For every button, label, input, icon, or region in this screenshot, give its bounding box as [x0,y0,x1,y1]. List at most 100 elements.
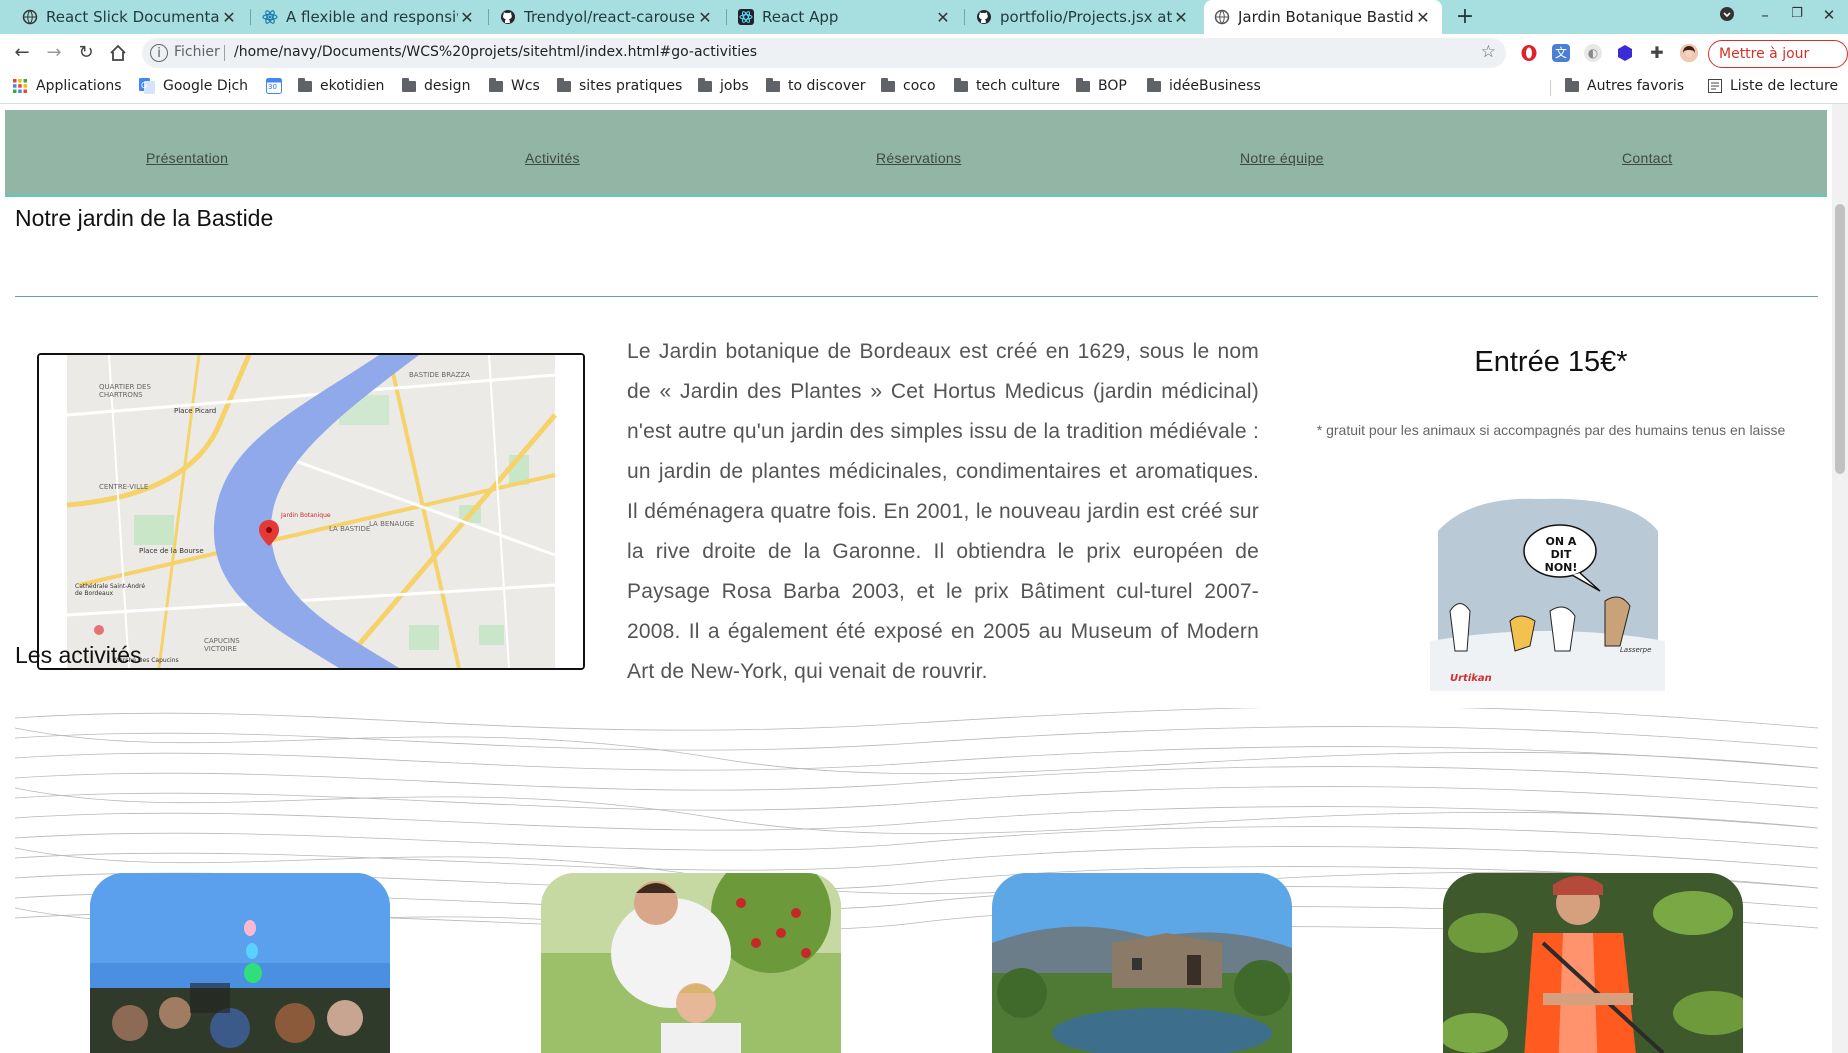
folder-icon [881,77,895,92]
close-icon[interactable]: ✕ [1172,8,1190,27]
bookmark-calendar[interactable]: 30 [266,78,282,94]
cartoon-image: ON A DIT NON! Urtikan Lasserpe [1430,491,1665,691]
bookmark-label: Wcs [511,78,540,94]
map-label-jardin-botanique: Jardin Botanique [281,512,331,519]
bookmark-label: BOP [1098,78,1127,94]
close-icon[interactable]: ✕ [220,8,238,27]
tab-trendyol-carousel[interactable]: Trendyol/react-carousel: I ✕ [490,0,724,34]
address-bar[interactable]: i Fichier /home/navy/Documents/WCS%20pro… [142,38,1506,68]
profile-avatar[interactable] [1680,44,1698,62]
shield-extension-icon[interactable]: ◐ [1584,44,1602,62]
page-scrollbar[interactable] [1832,104,1848,1053]
map-label-capucins: CAPUCINS VICTOIRE [204,637,240,653]
close-icon[interactable]: ✕ [696,8,714,27]
bookmarks-bar: Applications G Google Dịch 30 ekotidien … [0,72,1848,104]
puzzle-extensions-icon[interactable]: ✚ [1648,44,1666,62]
tab-title: Trendyol/react-carousel: I [524,8,696,26]
activity-card-water-lilies[interactable] [1443,873,1743,1053]
bookmark-sites-pratiques[interactable]: sites pratiques [557,77,683,94]
opera-extension-icon[interactable] [1520,44,1538,62]
globe-icon [22,9,38,25]
update-button[interactable]: Mettre à jour ⋮ [1708,40,1848,88]
bookmark-wcs[interactable]: Wcs [489,77,540,94]
tab-react-slick[interactable]: React Slick Documentatio ✕ [12,0,248,34]
folder-icon [1147,77,1161,92]
folder-icon [698,77,712,92]
bookmark-bop[interactable]: BOP [1076,77,1127,94]
bookmark-ekotidien[interactable]: ekotidien [298,77,384,94]
close-icon[interactable]: ✕ [1414,8,1432,27]
location-map[interactable]: QUARTIER DES CHARTRONS Place Picard LA B… [37,353,585,670]
bookmark-ideebusiness[interactable]: idéeBusiness [1147,77,1261,94]
section-divider [15,296,1818,297]
bookmark-label: to discover [788,78,866,94]
home-icon[interactable] [106,41,130,65]
bookmark-label: design [424,78,471,94]
hexagon-extension-icon[interactable] [1616,44,1634,62]
nav-link-notre-equipe[interactable]: Notre équipe [1240,150,1324,166]
new-tab-button[interactable]: + [1452,4,1478,30]
folder-icon [954,77,968,92]
reading-list-icon [1708,79,1722,93]
bookmark-google-dich[interactable]: G Google Dịch [139,78,248,94]
scrollbar-thumb[interactable] [1835,204,1845,474]
cartoon-signature: Lasserpe [1620,646,1652,654]
stone-house-pond-photo [992,873,1292,1053]
bookmark-liste-de-lecture[interactable]: Liste de lecture [1708,78,1838,94]
tab-search-icon[interactable] [1716,6,1738,26]
bookmark-label: Applications [36,78,122,94]
bookmark-applications[interactable]: Applications [12,78,122,94]
nav-link-presentation[interactable]: Présentation [146,150,228,166]
price-title: Entrée 15€* [1474,346,1628,378]
translate-extension-icon[interactable]: 文 [1552,44,1570,62]
address-separator [224,45,225,61]
cartoon-bubble-text: ON A DIT NON! [1544,535,1578,574]
bookmark-label: Autres favoris [1587,78,1685,94]
close-window-icon[interactable]: ✕ [1818,6,1840,24]
folder-icon [298,77,312,92]
bookmark-coco[interactable]: coco [881,77,936,94]
bookmark-autres-favoris[interactable]: Autres favoris [1565,77,1685,94]
forward-arrow-icon[interactable]: → [42,41,66,65]
nav-link-contact[interactable]: Contact [1622,150,1672,166]
bookmark-label: sites pratiques [579,78,683,94]
tab-portfolio-projects[interactable]: portfolio/Projects.jsx at n ✕ [966,0,1200,34]
bookmark-jobs[interactable]: jobs [698,77,749,94]
map-label-chartrons: QUARTIER DES CHARTRONS [99,383,151,399]
calendar-day-number: 30 [268,83,277,91]
back-arrow-icon[interactable]: ← [10,41,34,65]
tab-flexible-responsive[interactable]: A flexible and responsive ✕ [252,0,486,34]
folder-icon [766,77,780,92]
folder-icon [1565,77,1579,92]
bookmark-label: tech culture [976,78,1061,94]
maximize-icon[interactable]: ❐ [1786,6,1808,21]
tab-jardin-botanique[interactable]: Jardin Botanique Bastide ✕ [1204,0,1442,34]
map-label-cathedrale: Cathédrale Saint-André de Bordeaux [75,583,146,597]
globe-icon [1214,9,1230,25]
browser-toolbar: ← → ↻ i Fichier /home/navy/Documents/WCS… [0,34,1848,72]
map-label-centre-ville: CENTRE-VILLE [99,483,149,491]
bookmark-label: coco [903,78,936,94]
bookmark-design[interactable]: design [402,77,471,94]
tab-react-app[interactable]: React App ✕ [728,0,962,34]
activity-card-stone-house[interactable] [992,873,1292,1053]
tab-title: A flexible and responsive [286,8,458,26]
activity-card-planting[interactable] [541,873,841,1053]
nav-link-reservations[interactable]: Réservations [876,150,961,166]
bookmark-star-icon[interactable]: ☆ [1481,42,1496,62]
translate-icon: G [139,78,155,94]
activity-card-festival[interactable] [90,873,390,1053]
close-icon[interactable]: ✕ [458,8,476,27]
address-url[interactable]: /home/navy/Documents/WCS%20projets/siteh… [234,44,757,60]
nav-link-activites[interactable]: Activités [525,150,580,166]
reload-icon[interactable]: ↻ [74,41,98,65]
react-icon [262,10,278,24]
info-icon[interactable]: i [150,44,168,62]
bookmark-tech-culture[interactable]: tech culture [954,77,1061,94]
folder-icon [1076,77,1090,92]
minimize-icon[interactable]: – [1754,6,1776,24]
bookmark-to-discover[interactable]: to discover [766,77,866,94]
close-icon[interactable]: ✕ [934,8,952,27]
folder-icon [489,77,503,92]
apps-grid-icon [13,79,27,93]
